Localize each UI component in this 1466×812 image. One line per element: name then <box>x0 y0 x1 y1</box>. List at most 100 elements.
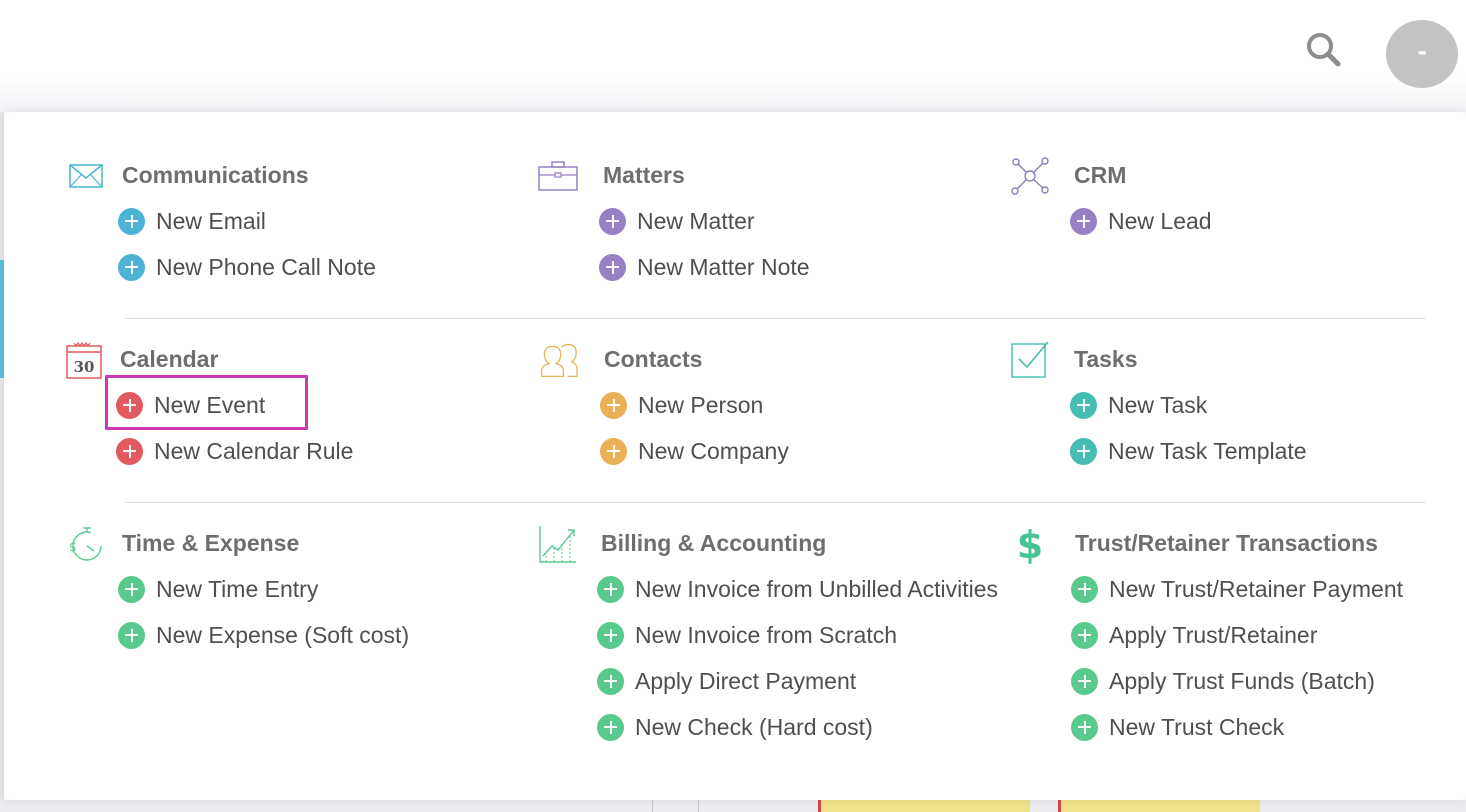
menu-item-label: New Email <box>156 207 266 234</box>
matters-items: New Matter New Matter Note <box>599 198 810 290</box>
menu-item-label: New Invoice from Unbilled Activities <box>635 575 999 602</box>
chart-icon <box>538 524 578 564</box>
background-grid-line <box>698 800 699 812</box>
calendar-icon-day: 30 <box>74 358 95 376</box>
background-event-block <box>818 800 1030 812</box>
menu-item-label: New Person <box>638 391 764 418</box>
menu-item-label: New Matter <box>637 207 755 234</box>
plus-icon <box>118 253 145 281</box>
menu-item-new-calendar-rule[interactable]: New Calendar Rule <box>116 428 353 474</box>
plus-icon <box>1070 207 1097 235</box>
plus-icon <box>597 621 624 649</box>
contacts-items: New Person New Company <box>600 382 789 474</box>
background-grid-line <box>652 800 653 812</box>
plus-icon <box>118 575 145 603</box>
menu-item-label: New Check (Hard cost) <box>635 713 873 740</box>
section-title-matters: Matters <box>603 162 685 188</box>
menu-item-apply-direct-payment[interactable]: Apply Direct Payment <box>597 658 998 704</box>
plus-icon <box>1070 391 1097 419</box>
top-bar: - <box>0 0 1466 112</box>
menu-item-label: New Trust Check <box>1109 713 1285 740</box>
section-title-contacts: Contacts <box>604 346 703 372</box>
calendar-icon: 30 <box>64 340 104 380</box>
menu-item-label: Apply Direct Payment <box>635 667 857 694</box>
section-title-communications: Communications <box>122 162 309 188</box>
menu-item-new-invoice-unbilled[interactable]: New Invoice from Unbilled Activities <box>597 566 998 612</box>
plus-icon <box>597 575 624 603</box>
menu-item-new-task-template[interactable]: New Task Template <box>1070 428 1307 474</box>
plus-icon <box>116 437 143 465</box>
menu-item-label: New Expense (Soft cost) <box>156 621 410 648</box>
menu-item-apply-trust-funds-batch[interactable]: Apply Trust Funds (Batch) <box>1071 658 1403 704</box>
avatar[interactable]: - <box>1386 20 1458 88</box>
menu-item-new-invoice-scratch[interactable]: New Invoice from Scratch <box>597 612 998 658</box>
menu-item-new-task[interactable]: New Task <box>1070 382 1307 428</box>
plus-icon <box>1070 437 1097 465</box>
plus-icon <box>1071 667 1098 695</box>
plus-icon <box>1071 621 1098 649</box>
section-title-trust: Trust/Retainer Transactions <box>1075 530 1378 556</box>
envelope-icon <box>66 156 106 196</box>
plus-icon <box>1071 575 1098 603</box>
plus-icon <box>599 207 626 235</box>
search-button[interactable] <box>1300 26 1348 74</box>
menu-item-label: New Trust/Retainer Payment <box>1109 575 1404 602</box>
menu-item-new-trust-payment[interactable]: New Trust/Retainer Payment <box>1071 566 1403 612</box>
checkbox-icon <box>1010 340 1050 380</box>
plus-icon <box>118 621 145 649</box>
menu-item-new-email[interactable]: New Email <box>118 198 376 244</box>
section-title-tasks: Tasks <box>1074 346 1138 372</box>
search-icon <box>1307 33 1341 67</box>
menu-item-label: New Lead <box>1108 207 1212 234</box>
menu-item-label: New Calendar Rule <box>154 437 354 464</box>
divider <box>124 502 1426 503</box>
communications-items: New Email New Phone Call Note <box>118 198 376 290</box>
svg-text:$: $ <box>69 540 77 554</box>
section-title-billing: Billing & Accounting <box>601 530 827 556</box>
billing-items: New Invoice from Unbilled Activities New… <box>597 566 998 750</box>
menu-item-new-company[interactable]: New Company <box>600 428 789 474</box>
menu-item-label: New Phone Call Note <box>156 253 376 280</box>
people-icon <box>538 340 578 380</box>
stopwatch-icon: $ <box>66 524 106 564</box>
menu-item-new-check[interactable]: New Check (Hard cost) <box>597 704 998 750</box>
plus-icon <box>600 437 627 465</box>
menu-item-label: Apply Trust/Retainer <box>1109 621 1318 648</box>
menu-item-new-trust-check[interactable]: New Trust Check <box>1071 704 1403 750</box>
divider <box>124 318 1426 319</box>
highlight-box <box>105 375 308 430</box>
menu-item-label: New Invoice from Scratch <box>635 621 898 648</box>
trust-items: New Trust/Retainer Payment Apply Trust/R… <box>1071 566 1403 750</box>
dollar-icon: $ <box>1010 524 1050 564</box>
menu-item-label: New Matter Note <box>637 253 810 280</box>
crm-items: New Lead <box>1070 198 1212 244</box>
menu-item-new-expense[interactable]: New Expense (Soft cost) <box>118 612 409 658</box>
network-icon <box>1010 156 1050 196</box>
menu-item-label: New Task Template <box>1108 437 1307 464</box>
svg-text:$: $ <box>1017 524 1043 564</box>
plus-icon <box>118 207 145 235</box>
section-title-calendar: Calendar <box>120 346 219 372</box>
tasks-items: New Task New Task Template <box>1070 382 1307 474</box>
menu-item-label: Apply Trust Funds (Batch) <box>1109 667 1375 694</box>
plus-icon <box>599 253 626 281</box>
briefcase-icon <box>538 156 578 196</box>
menu-item-label: New Time Entry <box>156 575 319 602</box>
menu-item-new-matter[interactable]: New Matter <box>599 198 810 244</box>
plus-icon <box>1071 713 1098 741</box>
menu-item-new-time-entry[interactable]: New Time Entry <box>118 566 409 612</box>
menu-item-new-phone-call-note[interactable]: New Phone Call Note <box>118 244 376 290</box>
menu-item-label: New Task <box>1108 391 1208 418</box>
plus-icon <box>597 667 624 695</box>
plus-icon <box>597 713 624 741</box>
menu-item-new-matter-note[interactable]: New Matter Note <box>599 244 810 290</box>
plus-icon <box>600 391 627 419</box>
menu-item-apply-trust[interactable]: Apply Trust/Retainer <box>1071 612 1403 658</box>
section-title-time-expense: Time & Expense <box>122 530 300 556</box>
time-expense-items: New Time Entry New Expense (Soft cost) <box>118 566 409 658</box>
menu-item-new-person[interactable]: New Person <box>600 382 789 428</box>
menu-item-label: New Company <box>638 437 789 464</box>
menu-item-new-lead[interactable]: New Lead <box>1070 198 1212 244</box>
page: - Communications New Email New Phone Cal <box>0 0 1466 812</box>
section-title-crm: CRM <box>1074 162 1127 188</box>
